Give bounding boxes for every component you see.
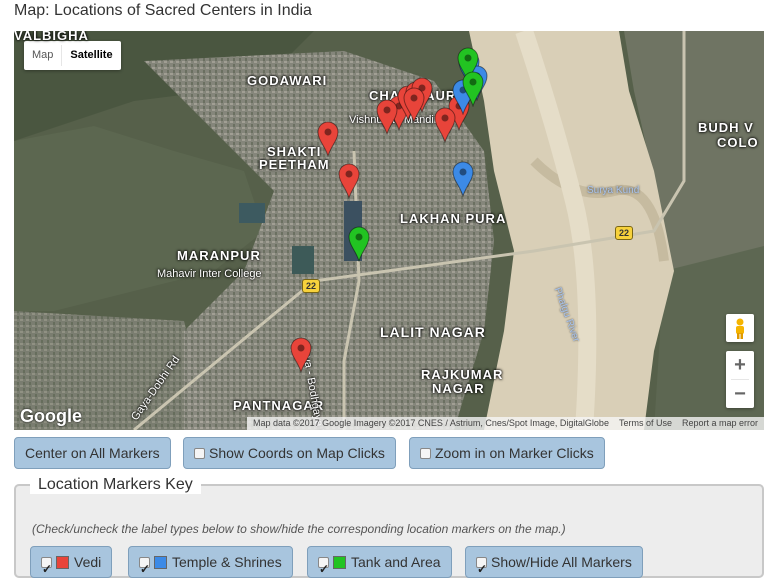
zoom-on-marker-label: Zoom in on Marker Clicks <box>435 445 594 461</box>
place-label-lalit-nagar: LALIT NAGAR <box>380 324 486 340</box>
vedi-marker-icon[interactable] <box>403 87 425 123</box>
vedi-swatch <box>56 556 69 569</box>
zoom-out-button[interactable]: − <box>726 380 754 408</box>
place-label-surya-kund: Surya Kund <box>587 185 640 196</box>
show-hide-all-label: Show/Hide All Markers <box>491 554 632 570</box>
tank-area-swatch <box>333 556 346 569</box>
road-shield-22: 22 <box>615 226 633 240</box>
key-instructions: (Check/uncheck the label types below to … <box>32 522 566 536</box>
attribution-data: Map data ©2017 Google Imagery ©2017 CNES… <box>253 418 609 428</box>
terms-of-use-link[interactable]: Terms of Use <box>619 417 672 430</box>
place-label-godawari: GODAWARI <box>247 73 328 88</box>
place-label-colo: COLO <box>717 135 759 150</box>
center-on-all-markers-button[interactable]: Center on All Markers <box>14 437 171 469</box>
place-label-peetham: PEETHAM <box>259 157 330 172</box>
vedi-marker-icon[interactable] <box>376 99 398 135</box>
temple-shrines-checkbox[interactable] <box>139 554 150 584</box>
show-coords-toggle[interactable]: Show Coords on Map Clicks <box>183 437 396 469</box>
map-type-map-button[interactable]: Map <box>24 41 61 70</box>
place-label-valbigha: VALBIGHA <box>14 31 89 43</box>
temple-shrines-toggle[interactable]: Temple & Shrines <box>128 546 293 584</box>
report-map-error-link[interactable]: Report a map error <box>682 417 758 430</box>
tank-area-toggle[interactable]: Tank and Area <box>307 546 452 584</box>
map-type-control: Map Satellite <box>24 41 121 70</box>
temple-marker-icon[interactable] <box>452 161 474 197</box>
zoom-control: + − <box>726 351 754 408</box>
location-markers-key: Location Markers Key (Check/uncheck the … <box>14 476 764 584</box>
tank-area-checkbox[interactable] <box>318 554 329 584</box>
vedi-toggle[interactable]: Vedi <box>30 546 113 584</box>
map-attribution: Map data ©2017 Google Imagery ©2017 CNES… <box>247 417 764 430</box>
show-hide-all-toggle[interactable]: Show/Hide All Markers <box>465 546 643 584</box>
tank-area-label: Tank and Area <box>351 554 441 570</box>
temple-shrines-label: Temple & Shrines <box>172 554 282 570</box>
place-label-nagar: NAGAR <box>432 381 485 396</box>
zoom-on-marker-checkbox[interactable] <box>420 448 431 459</box>
tank-marker-icon[interactable] <box>462 71 484 107</box>
place-label-maranpur: MARANPUR <box>177 248 261 263</box>
temple-shrines-swatch <box>154 556 167 569</box>
road-shield-22: 22 <box>302 279 320 293</box>
page-title: Map: Locations of Sacred Centers in Indi… <box>14 2 312 19</box>
place-label-budh: BUDH V <box>698 120 754 135</box>
vedi-marker-icon[interactable] <box>317 121 339 157</box>
zoom-in-button[interactable]: + <box>726 351 754 379</box>
tank-marker-icon[interactable] <box>348 226 370 262</box>
show-coords-label: Show Coords on Map Clicks <box>209 445 385 461</box>
key-legend: Location Markers Key <box>30 476 201 494</box>
zoom-on-marker-toggle[interactable]: Zoom in on Marker Clicks <box>409 437 605 469</box>
place-label-mahavir-inter-college: Mahavir Inter College <box>157 268 262 280</box>
show-hide-all-checkbox[interactable] <box>476 554 487 584</box>
vedi-marker-icon[interactable] <box>338 163 360 199</box>
street-view-pegman-icon[interactable] <box>726 314 754 342</box>
vedi-marker-icon[interactable] <box>290 337 312 373</box>
google-logo: Google <box>20 406 82 426</box>
map-type-satellite-button[interactable]: Satellite <box>62 41 120 70</box>
show-coords-checkbox[interactable] <box>194 448 205 459</box>
vedi-checkbox[interactable] <box>41 554 52 584</box>
vedi-label: Vedi <box>74 554 102 570</box>
map-view[interactable]: Map Satellite VALBIGHA GODAWARI CHAND AU… <box>14 31 764 430</box>
place-label-rajkumar: RAJKUMAR <box>421 367 504 382</box>
place-label-lakhan-pura: LAKHAN PURA <box>400 211 507 226</box>
